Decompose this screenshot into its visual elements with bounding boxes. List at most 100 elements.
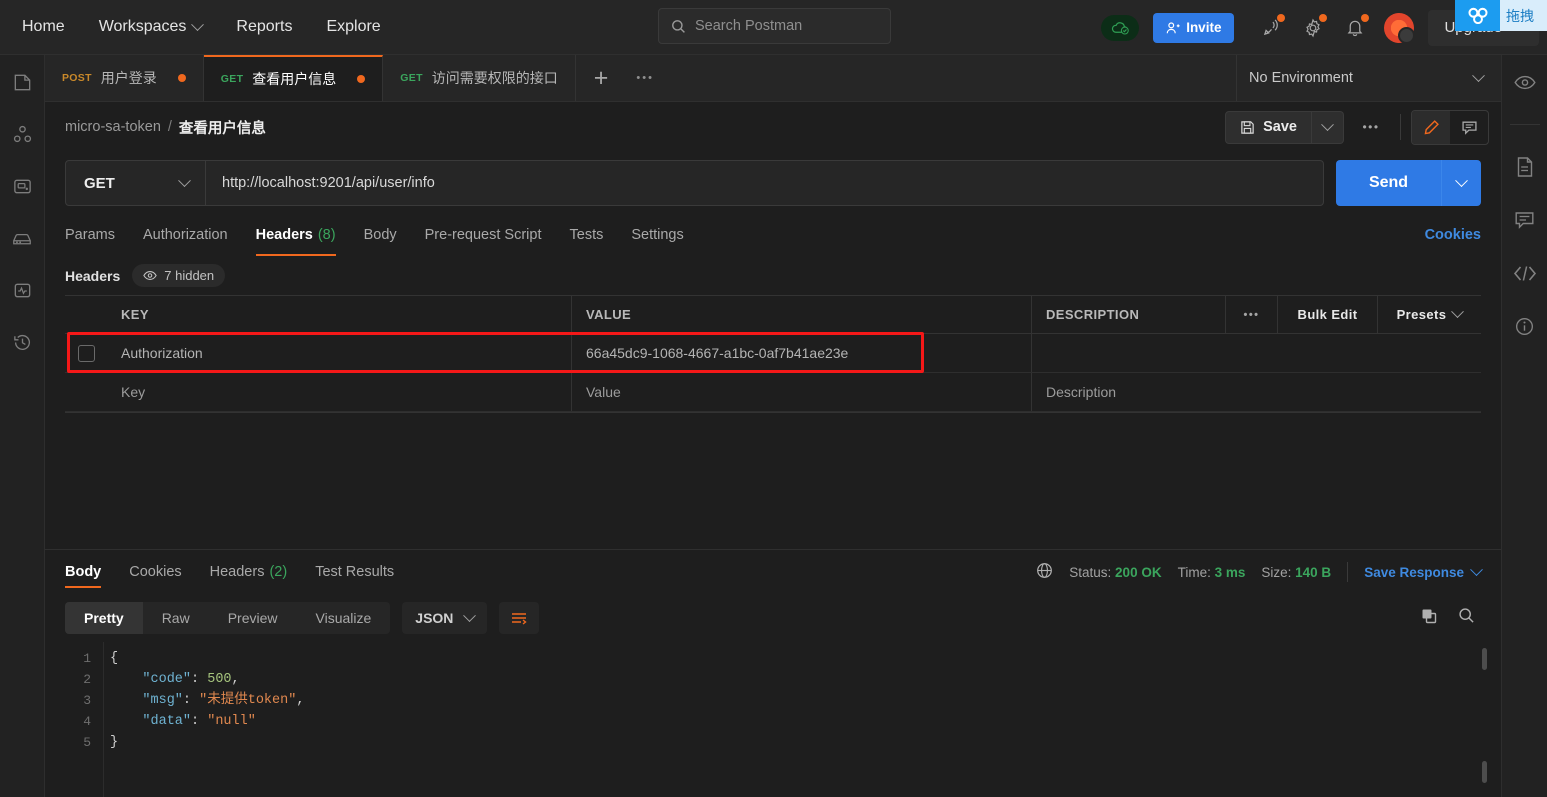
nav-workspaces[interactable]: Workspaces [85,11,217,43]
request-tab-get-userinfo[interactable]: GET 查看用户信息 [203,55,384,101]
nav-workspaces-label: Workspaces [98,18,187,35]
chevron-down-icon [1470,562,1483,576]
response-tab-cookies[interactable]: Cookies [115,550,195,594]
search-icon[interactable] [1458,607,1475,629]
row-value-placeholder[interactable]: Value [572,373,1032,411]
column-key: KEY [107,296,572,333]
response-tab-body-label: Body [65,564,102,580]
row-key[interactable]: Authorization [107,334,572,372]
copy-icon[interactable] [1420,607,1438,630]
view-preview[interactable]: Preview [209,602,297,634]
send-button[interactable]: Send [1336,160,1441,206]
row-description[interactable] [1032,334,1481,372]
response-json-code[interactable]: { "code": 500, "msg": "未提供token", "data"… [103,642,1501,797]
view-pretty[interactable]: Pretty [65,602,143,634]
response-meta: Status: 200 OK Time: 3 ms Size: 140 B Sa… [1036,562,1483,582]
nav-explore[interactable]: Explore [312,11,394,43]
mock-servers-icon[interactable] [9,225,35,251]
tab-tests[interactable]: Tests [556,214,618,256]
row-value[interactable]: 66a45dc9-1068-4667-a1bc-0af7b41ae23e [572,334,1032,372]
save-response-button[interactable]: Save Response [1364,562,1483,580]
comment-icon[interactable] [1450,111,1488,144]
request-tab-get-auth-api[interactable]: GET 访问需要权限的接口 [383,55,576,101]
response-tab-body[interactable]: Body [65,550,115,594]
satellite-icon[interactable] [1254,11,1288,45]
global-search[interactable]: Search Postman [658,8,891,44]
request-more-button[interactable]: ••• [1352,111,1390,144]
view-raw[interactable]: Raw [143,602,209,634]
breadcrumb-collection[interactable]: micro-sa-token [65,119,161,135]
pencil-icon[interactable] [1412,110,1450,144]
new-tab-button[interactable]: + [576,55,627,101]
tab-method: GET [220,73,244,85]
http-method-selector[interactable]: GET [66,161,206,205]
status-label: Status: [1069,564,1112,580]
row-checkbox-cell[interactable] [65,334,107,372]
send-group: Send [1336,160,1481,206]
url-input[interactable]: http://localhost:9201/api/user/info [206,161,1323,205]
request-tab-strip: POST 用户登录 GET 查看用户信息 GET 访问需要权限的接口 + •••… [45,55,1501,102]
vertical-scrollbar-thumb-top[interactable] [1482,648,1487,670]
tab-headers[interactable]: Headers (8) [242,214,350,256]
floating-drag-widget[interactable]: 拖拽 [1455,0,1547,31]
gear-icon[interactable] [1296,11,1330,45]
search-input[interactable]: Search Postman [695,18,802,34]
checkbox-icon[interactable] [77,344,95,362]
request-actions: Save ••• [1225,109,1489,145]
row-description-placeholder[interactable]: Description [1032,373,1481,411]
status-label-group: Status: 200 OK [1069,565,1161,580]
response-tab-test-results[interactable]: Test Results [301,550,408,594]
tab-settings[interactable]: Settings [617,214,697,256]
cookies-link[interactable]: Cookies [1425,227,1481,243]
response-format-selector[interactable]: JSON [402,602,488,634]
code-token: "未提供token" [199,693,297,708]
environment-selector[interactable]: No Environment [1236,55,1501,101]
bell-icon[interactable] [1338,11,1372,45]
response-pane: Body Cookies Headers (2) Test Results St… [45,549,1501,797]
tabs-more-button[interactable]: ••• [626,55,664,101]
avatar[interactable] [1384,12,1416,44]
send-options-button[interactable] [1441,160,1481,206]
save-dropdown-button[interactable] [1312,110,1344,144]
collections-icon[interactable] [9,69,35,95]
table-row[interactable]: Key Value Description [65,373,1481,412]
code-snippet-icon[interactable] [1512,260,1538,286]
headers-options-button[interactable]: ••• [1226,296,1278,333]
comments-icon[interactable] [1512,207,1538,233]
row-key-placeholder[interactable]: Key [107,373,572,411]
tab-prerequest-script[interactable]: Pre-request Script [411,214,556,256]
main-content: POST 用户登录 GET 查看用户信息 GET 访问需要权限的接口 + •••… [45,55,1501,797]
nav-home[interactable]: Home [8,11,79,43]
code-token: { [110,651,119,666]
hidden-headers-toggle[interactable]: 7 hidden [132,264,226,287]
bulk-edit-button[interactable]: Bulk Edit [1278,296,1378,333]
line-number: 5 [83,735,91,750]
view-visualize[interactable]: Visualize [297,602,391,634]
invite-label: Invite [1186,20,1222,35]
info-icon[interactable] [1512,313,1538,339]
environments-icon[interactable] [9,173,35,199]
invite-button[interactable]: Invite [1153,12,1235,43]
monitors-icon[interactable] [9,277,35,303]
cloud-sync-icon[interactable] [1101,14,1140,41]
vertical-scrollbar-thumb-bottom[interactable] [1482,761,1487,783]
table-row[interactable]: Authorization 66a45dc9-1068-4667-a1bc-0a… [65,332,1481,373]
history-icon[interactable] [9,329,35,355]
presets-button[interactable]: Presets [1378,296,1481,333]
response-body-viewer[interactable]: 1 2 3 4 5 { "code": 500, "msg": "未提供toke… [45,642,1501,797]
word-wrap-icon[interactable] [499,602,540,634]
request-tab-post-login[interactable]: POST 用户登录 [45,55,204,101]
tab-authorization[interactable]: Authorization [129,214,242,256]
tab-params[interactable]: Params [65,214,129,256]
nav-reports[interactable]: Reports [222,11,306,43]
eye-preview-icon[interactable] [1512,69,1538,95]
url-bar: GET http://localhost:9201/api/user/info [65,160,1324,206]
save-button[interactable]: Save [1225,110,1312,144]
documentation-icon[interactable] [1512,154,1538,180]
tab-body[interactable]: Body [350,214,411,256]
time-label-group: Time: 3 ms [1178,565,1246,580]
apis-icon[interactable] [9,121,35,147]
response-tab-headers[interactable]: Headers (2) [196,550,302,594]
line-number: 2 [83,672,91,687]
